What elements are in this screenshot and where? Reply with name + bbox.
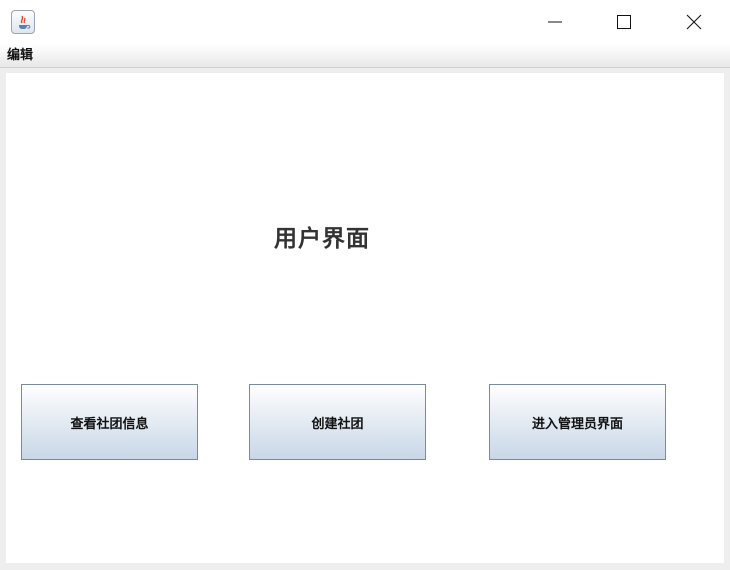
- create-club-button[interactable]: 创建社团: [249, 384, 426, 460]
- minimize-icon: [547, 14, 563, 30]
- maximize-icon: [616, 14, 632, 30]
- page-title: 用户界面: [274, 225, 370, 252]
- app-window: 编辑 用户界面 查看社团信息 创建社团 进入管理员界面: [0, 0, 730, 570]
- enter-admin-button[interactable]: 进入管理员界面: [489, 384, 666, 460]
- menu-bar: 编辑: [0, 44, 730, 68]
- minimize-button[interactable]: [532, 0, 578, 44]
- java-coffee-cup-icon[interactable]: [11, 10, 35, 34]
- main-panel: 用户界面 查看社团信息 创建社团 进入管理员界面: [6, 73, 724, 563]
- close-button[interactable]: [671, 0, 717, 44]
- window-bottom-border: [0, 563, 730, 570]
- close-icon: [686, 14, 702, 30]
- view-club-info-button[interactable]: 查看社团信息: [21, 384, 198, 460]
- maximize-button[interactable]: [601, 0, 647, 44]
- menu-edit[interactable]: 编辑: [4, 47, 36, 65]
- title-bar[interactable]: [0, 0, 730, 44]
